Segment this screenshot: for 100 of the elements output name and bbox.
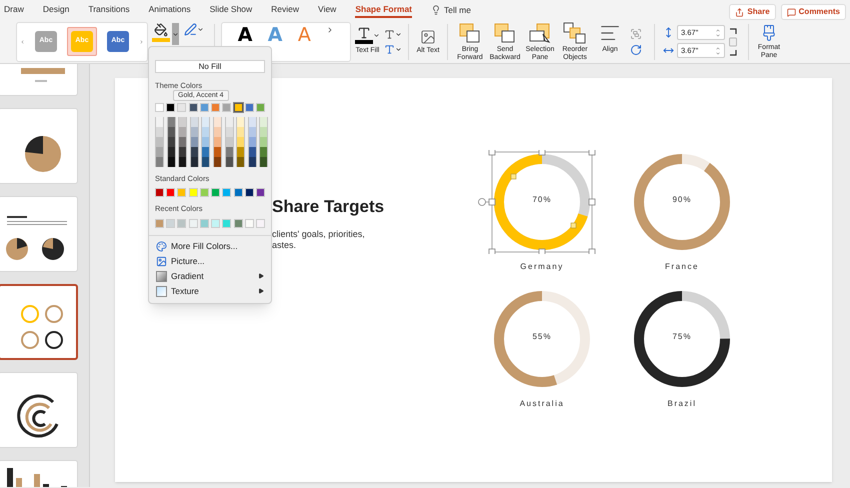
text-outline-icon[interactable] <box>384 28 395 40</box>
color-swatch[interactable] <box>236 147 246 157</box>
color-swatch[interactable] <box>259 117 268 127</box>
ribbon-tab[interactable]: Design <box>42 2 70 18</box>
menu-item[interactable]: More Fill Colors... <box>153 238 267 254</box>
color-swatch[interactable] <box>259 127 268 137</box>
color-swatch[interactable] <box>224 157 234 167</box>
color-swatch[interactable] <box>201 117 210 127</box>
color-swatch[interactable] <box>224 127 234 137</box>
ribbon-tab[interactable]: View <box>318 2 336 18</box>
donut-percentage: 55% <box>531 331 552 343</box>
color-swatch[interactable] <box>201 157 210 167</box>
color-swatch[interactable] <box>234 103 243 112</box>
color-swatch[interactable] <box>155 117 164 127</box>
caret-icon <box>172 30 179 38</box>
color-swatch[interactable] <box>178 157 188 167</box>
rotate-icon[interactable] <box>630 44 642 56</box>
color-swatch[interactable] <box>224 117 234 127</box>
color-swatch[interactable] <box>190 127 199 137</box>
picture-icon <box>156 256 167 266</box>
slide-title: Share Targets <box>272 196 386 218</box>
color-swatch[interactable] <box>236 127 246 137</box>
menu-item[interactable]: Gradient <box>153 268 267 284</box>
color-swatch[interactable] <box>212 137 222 147</box>
ribbon-tab[interactable]: Shape Format <box>355 2 412 18</box>
color-swatch[interactable] <box>166 157 176 167</box>
color-swatch[interactable] <box>166 137 176 147</box>
text-fill-icon <box>355 26 373 44</box>
color-swatch[interactable] <box>166 127 176 137</box>
texture-icon <box>156 286 167 296</box>
color-swatch[interactable] <box>155 137 164 147</box>
donut-percentage: 90% <box>671 194 692 206</box>
color-swatch[interactable] <box>178 137 188 147</box>
caret-icon[interactable] <box>197 26 204 33</box>
height-icon <box>663 27 674 38</box>
color-swatch[interactable] <box>259 147 268 157</box>
color-swatch[interactable] <box>248 117 257 127</box>
ribbon-tab[interactable]: Transitions <box>88 2 130 18</box>
donut-percentage: 75% <box>671 331 692 343</box>
chevron-left-icon[interactable] <box>20 38 25 46</box>
color-swatch[interactable] <box>248 127 257 137</box>
comments-button[interactable]: Comments <box>780 4 846 20</box>
caret-icon[interactable] <box>395 30 402 38</box>
text-effects-icon[interactable] <box>384 44 395 54</box>
menu-item[interactable]: Picture... <box>153 254 267 268</box>
color-swatch[interactable] <box>236 137 246 147</box>
color-swatch[interactable] <box>201 137 210 147</box>
color-swatch[interactable] <box>248 147 257 157</box>
width-icon <box>663 45 674 56</box>
color-swatch[interactable] <box>201 147 210 157</box>
color-swatch[interactable] <box>248 157 257 167</box>
shape-outline-icon[interactable] <box>184 23 197 36</box>
spinner-up-icon[interactable] <box>715 46 721 50</box>
caret-icon[interactable] <box>373 32 380 39</box>
slide-thumbnail[interactable] <box>0 284 78 360</box>
wordart-style[interactable]: A <box>238 26 252 44</box>
share-button[interactable]: Share <box>729 4 776 20</box>
color-swatch[interactable] <box>212 127 222 137</box>
color-swatch[interactable] <box>212 157 222 167</box>
color-swatch[interactable] <box>155 147 164 157</box>
selection-handles[interactable] <box>478 150 596 254</box>
color-swatch[interactable] <box>166 147 176 157</box>
color-swatch[interactable] <box>190 157 199 167</box>
ribbon-tab[interactable]: Animations <box>148 2 191 18</box>
lock-aspect-icon[interactable] <box>728 26 738 58</box>
color-swatch[interactable] <box>155 127 164 137</box>
ribbon-tab[interactable]: Review <box>271 2 300 18</box>
color-swatch[interactable] <box>236 117 246 127</box>
color-swatch[interactable] <box>212 147 222 157</box>
color-swatch[interactable] <box>190 117 199 127</box>
color-swatch[interactable] <box>224 147 234 157</box>
color-swatch[interactable] <box>190 137 199 147</box>
color-swatch[interactable] <box>166 117 176 127</box>
no-fill-button[interactable]: No Fill <box>155 60 265 73</box>
color-swatch[interactable] <box>259 157 268 167</box>
tell-me-search[interactable]: Tell me <box>444 4 471 16</box>
color-swatch[interactable] <box>178 147 188 157</box>
donut-label: France <box>665 261 699 273</box>
color-swatch[interactable] <box>201 127 210 137</box>
color-swatch[interactable] <box>190 147 199 157</box>
group-icon[interactable] <box>630 28 642 40</box>
color-swatch[interactable] <box>248 137 257 147</box>
color-swatch[interactable] <box>178 117 188 127</box>
slide-body-text: clients' goals, priorities, astes. <box>272 228 366 250</box>
menu-item[interactable]: Texture <box>153 284 267 298</box>
color-swatch[interactable] <box>236 157 246 167</box>
color-swatch[interactable] <box>212 117 222 127</box>
spinner-up-icon[interactable] <box>715 28 721 32</box>
caret-icon[interactable] <box>395 46 402 52</box>
picture-icon <box>420 28 436 44</box>
spinner-down-icon[interactable] <box>715 32 721 38</box>
color-swatch[interactable] <box>155 157 164 167</box>
color-swatch[interactable] <box>259 137 268 147</box>
color-swatch[interactable] <box>178 127 188 137</box>
color-swatch[interactable] <box>224 137 234 147</box>
spinner-down-icon[interactable] <box>715 50 721 56</box>
ribbon-tab[interactable]: Draw <box>4 2 24 18</box>
ribbon-tab[interactable]: Slide Show <box>210 2 252 18</box>
shape-fill-button[interactable] <box>151 23 171 42</box>
palette-icon <box>156 240 167 252</box>
